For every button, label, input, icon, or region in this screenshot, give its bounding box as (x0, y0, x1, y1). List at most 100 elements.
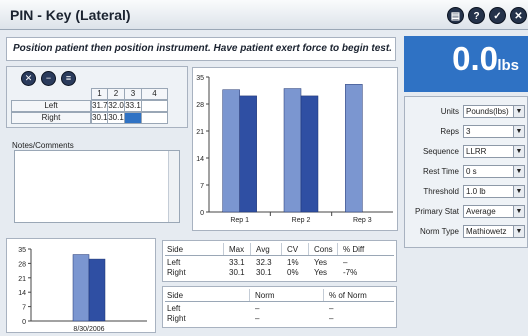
setting-label: Threshold (423, 187, 459, 196)
settings-panel: Units Pounds(lbs) ▼ Reps 3 ▼ Sequence LLRR ▼ Rest… (404, 96, 528, 248)
setting-label: Sequence (422, 147, 459, 156)
table-cell: 30.1 (229, 268, 245, 277)
chevron-down-icon[interactable]: ▼ (513, 206, 524, 217)
bar (239, 95, 257, 213)
setting-value: 3 (466, 127, 471, 136)
column-divider (308, 243, 309, 255)
reps-cell: 31.7 (91, 100, 108, 112)
reps-panel: ✕ − ≡ 1 2 3 4 Left 31.7 32.0 33.1 Right 30.1 30.1 (6, 66, 188, 128)
category-label: Rep 3 (353, 217, 372, 224)
y-tick-label: 0 (22, 319, 26, 326)
y-tick-label: 0 (200, 210, 204, 217)
reps-cell: 32.0 (107, 100, 125, 112)
reps-header: 2 (107, 88, 125, 100)
notes-textarea[interactable] (14, 150, 180, 223)
setting-select[interactable]: 3 ▼ (463, 125, 525, 138)
table-cell: 33.1 (229, 258, 245, 267)
table-cell: Right (167, 268, 186, 277)
reps-cell (141, 100, 168, 112)
table-cell: 32.3 (256, 258, 272, 267)
reps-cell (141, 112, 168, 124)
setting-select[interactable]: Mathiowetz ▼ (463, 225, 525, 238)
setting-label: Rest Time (422, 167, 459, 176)
table-cell: 0% (287, 268, 299, 277)
column-divider (249, 289, 250, 301)
reps-cell: 30.1 (91, 112, 108, 124)
setting-select[interactable]: Pounds(lbs) ▼ (463, 105, 525, 118)
chevron-down-icon[interactable]: ▼ (513, 126, 524, 137)
list-icon[interactable]: ≡ (61, 71, 76, 86)
chevron-down-icon[interactable]: ▼ (513, 186, 524, 197)
table-cell: – (343, 258, 348, 267)
column-divider (250, 243, 251, 255)
setting-select[interactable]: 0 s ▼ (463, 165, 525, 178)
notes-scrollbar[interactable] (168, 151, 179, 222)
reps-header: 1 (91, 88, 108, 100)
setting-value: Pounds(lbs) (466, 107, 509, 116)
table-header: Max (229, 245, 245, 254)
column-divider (337, 243, 338, 255)
reps-chart-svg: 0 7 14 21 28 35 Rep 1 Rep 2 Rep 3 (196, 75, 393, 224)
setting-label: Units (440, 107, 459, 116)
check-icon[interactable]: ✓ (489, 7, 506, 24)
reps-chart: 0 7 14 21 28 35 Rep 1 Rep 2 Rep 3 (192, 67, 398, 231)
history-chart: 0 7 14 21 28 35 8/30/2006 (6, 238, 156, 333)
bar (72, 254, 90, 322)
setting-value: Mathiowetz (466, 227, 507, 236)
y-tick-label: 35 (196, 75, 204, 82)
setting-label: Norm Type (420, 227, 459, 236)
table-cell: – (329, 304, 334, 313)
table-header: Cons (314, 245, 333, 254)
category-label: Rep 1 (230, 217, 249, 224)
norms-table: Side Norm% of Norm Left – – Right – – (162, 286, 397, 328)
reps-header: 4 (141, 88, 168, 100)
bar (88, 258, 106, 322)
bar (345, 84, 363, 213)
table-cell: Left (167, 258, 181, 267)
setting-value: LLRR (466, 147, 487, 156)
table-header: Side (167, 291, 184, 300)
help-icon[interactable]: ? (468, 7, 485, 24)
table-cell: Right (167, 314, 186, 323)
force-readout: 0.0 lbs (404, 36, 528, 92)
table-cell: 30.1 (256, 268, 272, 277)
window-title: PIN - Key (Lateral) (10, 7, 131, 23)
table-header: Avg (256, 245, 270, 254)
setting-select[interactable]: LLRR ▼ (463, 145, 525, 158)
reps-cell: 33.1 (124, 100, 142, 112)
bar (222, 89, 240, 213)
table-header: CV (287, 245, 299, 254)
close-icon[interactable]: ✕ (510, 7, 527, 24)
column-divider (281, 243, 282, 255)
chevron-down-icon[interactable]: ▼ (513, 106, 524, 117)
stats-table: Side Max Avg CV Cons % Diff Left 33.1 32.3 1% Yes –… (162, 240, 397, 282)
reps-cell: 30.1 (107, 112, 125, 124)
setting-select[interactable]: 1.0 lb ▼ (463, 185, 525, 198)
table-cell: – (255, 314, 260, 323)
y-tick-label: 28 (196, 102, 204, 109)
history-chart-svg: 0 7 14 21 28 35 8/30/2006 (18, 247, 147, 333)
setting-value: 0 s (466, 167, 477, 176)
chevron-down-icon[interactable]: ▼ (513, 166, 524, 177)
table-header: % of Norm (329, 291, 367, 300)
table-cell: Yes (314, 268, 328, 277)
clear-icon[interactable]: ✕ (21, 71, 36, 86)
y-tick-label: 7 (22, 305, 26, 312)
chevron-down-icon[interactable]: ▼ (513, 146, 524, 157)
bar (300, 95, 319, 213)
minus-icon[interactable]: − (41, 71, 56, 86)
y-tick-label: 28 (18, 261, 26, 268)
table-header: Norm (255, 291, 275, 300)
table-header: % Diff (343, 245, 365, 254)
print-icon[interactable]: ▤ (447, 7, 464, 24)
table-header: Side (167, 245, 184, 254)
table-cell: Yes (314, 258, 328, 267)
column-divider (223, 243, 224, 255)
reps-row-label: Left (11, 100, 91, 112)
category-label: Rep 2 (292, 217, 311, 224)
table-cell: Left (167, 304, 181, 313)
title-bar: PIN - Key (Lateral) ▤ ? ✓ ✕ (0, 0, 528, 30)
y-tick-label: 7 (200, 183, 204, 190)
chevron-down-icon[interactable]: ▼ (513, 226, 524, 237)
setting-select[interactable]: Average ▼ (463, 205, 525, 218)
